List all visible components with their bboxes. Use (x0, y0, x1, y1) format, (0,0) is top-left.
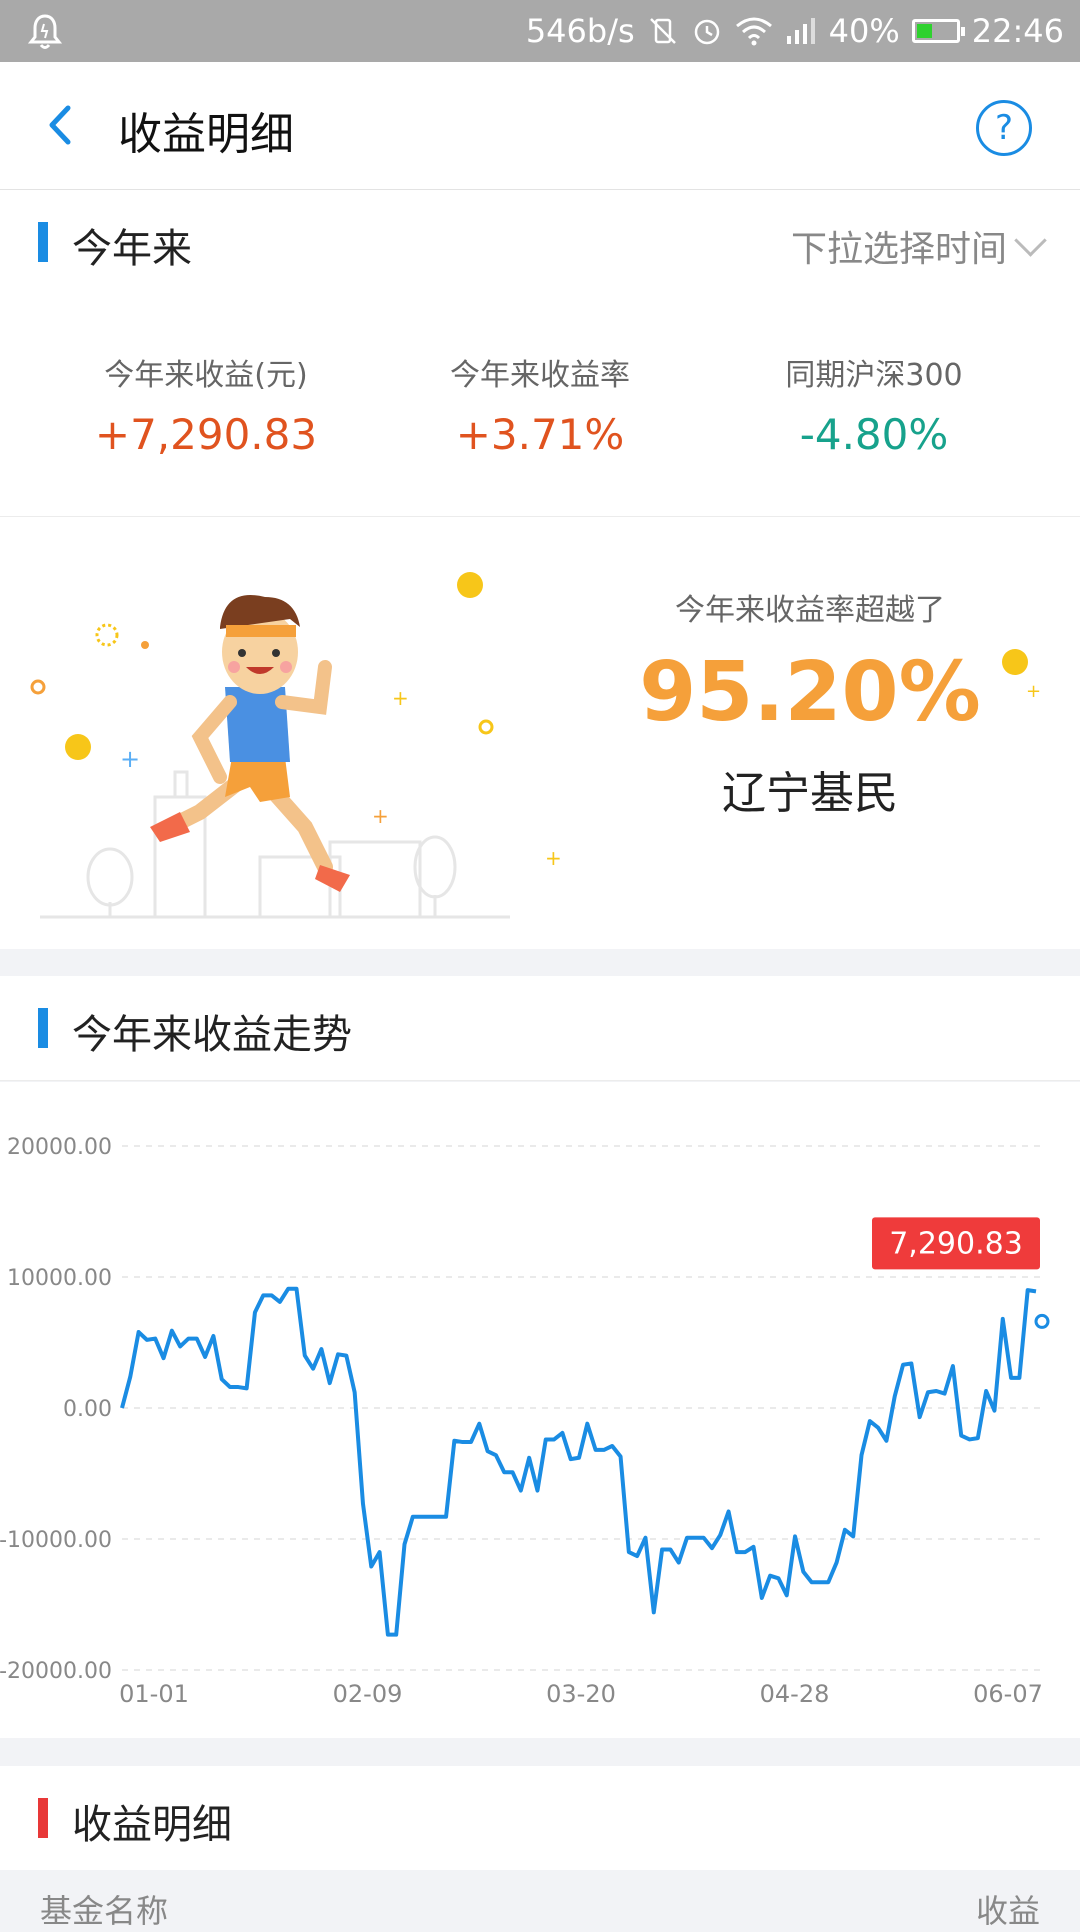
help-icon[interactable]: ? (976, 100, 1032, 156)
back-arrow-icon[interactable] (38, 98, 82, 152)
stat-value: +3.71% (455, 410, 625, 459)
svg-text:+: + (392, 686, 409, 710)
ranking-banner: + + + + + 今年来收益率超越了 95.20% 辽宁基民 (0, 517, 1080, 949)
chart-svg: 20000.00 10000.00 0.00 -10000.00 -20000.00 01… (0, 1135, 1050, 1708)
wifi-icon (735, 17, 772, 46)
stat-csi300: 同期沪深300 -4.80% (704, 350, 1044, 459)
coin-decoration-icon: + (1002, 649, 1041, 702)
notification-bell-icon (28, 14, 62, 49)
network-speed: 546b/s (525, 12, 635, 50)
trend-title: 今年来收益走势 (72, 1012, 352, 1058)
svg-text:+: + (120, 745, 140, 773)
x-tick-label: 03-20 (546, 1680, 616, 1708)
y-tick-label: 10000.00 (7, 1266, 112, 1291)
stat-label: 今年来收益(元) (104, 358, 308, 393)
chevron-down-icon (1014, 223, 1047, 257)
y-tick-label: -10000.00 (0, 1528, 112, 1553)
svg-text:+: + (372, 804, 389, 828)
x-tick-label: 02-09 (333, 1680, 403, 1708)
battery-percent: 40% (828, 12, 900, 50)
status-bar: 546b/s 40% 22:46 (0, 0, 1080, 62)
navigation-bar: 收益明细 ? (0, 62, 1080, 190)
stat-label: 同期沪深300 (785, 358, 963, 393)
latest-value-label: 7,290.83 (889, 1226, 1023, 1261)
time-range-dropdown[interactable]: 下拉选择时间 (790, 220, 1047, 272)
svg-text:+: + (545, 846, 562, 870)
detail-title: 收益明细 (72, 1802, 232, 1848)
x-tick-label: 04-28 (760, 1680, 830, 1708)
series-line (120, 1286, 1037, 1637)
battery-icon (911, 19, 965, 43)
stat-label: 今年来收益率 (450, 358, 630, 393)
y-tick-label: 20000.00 (7, 1135, 112, 1160)
column-fund-name: 基金名称 (40, 1892, 169, 1930)
section-accent-bar (38, 222, 48, 262)
stat-value: +7,290.83 (94, 410, 318, 459)
y-tick-label: -20000.00 (0, 1659, 112, 1684)
vibrate-off-icon (649, 18, 676, 44)
time-range-placeholder: 下拉选择时间 (790, 229, 1007, 270)
detail-section-header: 收益明细 (0, 1766, 1080, 1871)
ranking-group: 辽宁基民 (722, 768, 898, 819)
stat-ytd-income: 今年来收益(元) +7,290.83 (36, 350, 376, 459)
summary-stats: 今年来收益(元) +7,290.83 今年来收益率 +3.71% 同期沪深300… (0, 294, 1080, 517)
latest-point-marker (1034, 1313, 1050, 1329)
period-title: 今年来 (72, 226, 192, 272)
x-tick-label: 06-07 (973, 1680, 1043, 1708)
alarm-icon (694, 19, 719, 45)
signal-icon (786, 18, 815, 44)
trend-section-header: 今年来收益走势 (0, 976, 1080, 1081)
page-title: 收益明细 (118, 109, 294, 160)
detail-table-header: 基金名称 收益 (0, 1870, 1080, 1930)
section-accent-bar (38, 1008, 48, 1048)
ranking-percent: 95.20% (639, 645, 981, 740)
running-man-illustration: + + + + (30, 572, 562, 919)
section-accent-bar (38, 1798, 48, 1838)
clock: 22:46 (971, 12, 1064, 50)
stat-value: -4.80% (799, 410, 949, 459)
stat-ytd-return-rate: 今年来收益率 +3.71% (370, 350, 710, 459)
svg-text:+: + (1026, 681, 1041, 702)
y-tick-label: 0.00 (63, 1397, 112, 1422)
column-income: 收益 (975, 1892, 1040, 1930)
period-section-header: 今年来 下拉选择时间 (0, 190, 1080, 295)
income-trend-chart[interactable]: 20000.00 10000.00 0.00 -10000.00 -20000.00 01… (0, 1082, 1080, 1738)
ranking-label: 今年来收益率超越了 (675, 593, 945, 628)
x-tick-label: 01-01 (119, 1680, 189, 1708)
